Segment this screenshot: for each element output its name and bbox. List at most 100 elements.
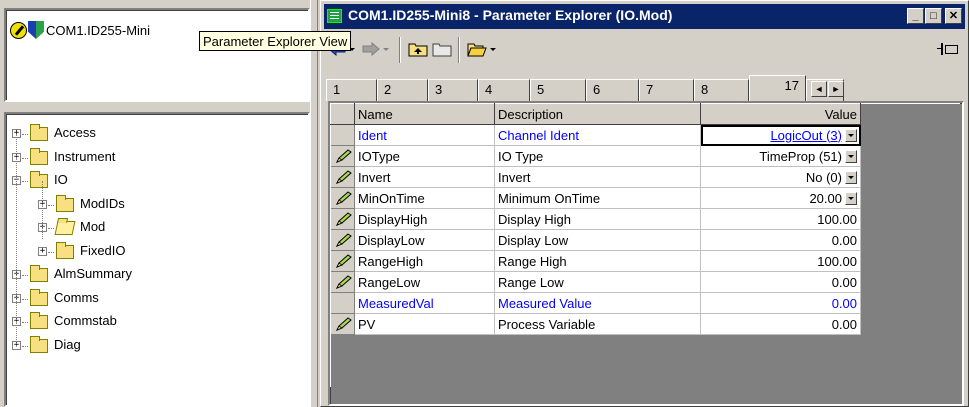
title-bar[interactable]: COM1.ID255-Mini8 - Parameter Explorer (I… bbox=[324, 4, 965, 29]
cell-value-text: 100.00 bbox=[817, 211, 857, 227]
maximize-button[interactable]: □ bbox=[925, 8, 942, 24]
tree-connector-line bbox=[22, 157, 28, 159]
tab-17[interactable]: 17 bbox=[749, 75, 806, 101]
column-header-name[interactable]: Name bbox=[354, 103, 495, 125]
tree-item-label: IO bbox=[54, 172, 68, 187]
pencil-icon bbox=[335, 212, 352, 226]
pencil-icon bbox=[335, 170, 352, 184]
table-row[interactable]: DisplayHigh Display High 100.00 bbox=[330, 208, 960, 230]
tree-item-label: Access bbox=[54, 125, 96, 140]
device-shield-icon bbox=[28, 21, 44, 39]
open-folder-icon[interactable] bbox=[467, 40, 487, 58]
cell-value-text: LogicOut (3) bbox=[770, 127, 842, 143]
folder-icon bbox=[30, 124, 48, 141]
tab-scroll-right-icon[interactable]: ► bbox=[828, 81, 844, 97]
table-row[interactable]: Ident Channel Ident LogicOut (3) bbox=[330, 124, 960, 146]
header-gutter bbox=[330, 103, 355, 125]
cell-value[interactable]: 100.00 bbox=[700, 250, 861, 272]
folder-icon bbox=[30, 312, 48, 329]
parameter-table: Name Description Value Ident Channel Iden… bbox=[330, 103, 960, 387]
cell-name: MinOnTime bbox=[354, 187, 495, 209]
tab-3[interactable]: 3 bbox=[428, 79, 478, 101]
parameter-grid: Name Description Value Ident Channel Iden… bbox=[328, 101, 964, 406]
tab-7[interactable]: 7 bbox=[639, 79, 694, 101]
cell-value[interactable]: 0.00 bbox=[700, 292, 861, 314]
close-button[interactable]: ✕ bbox=[945, 8, 962, 24]
table-row[interactable]: MinOnTime Minimum OnTime 20.00 bbox=[330, 187, 960, 209]
toolbar bbox=[324, 31, 965, 71]
open-dropdown-icon[interactable] bbox=[488, 40, 498, 58]
row-gutter bbox=[330, 271, 355, 293]
table-row[interactable]: IOType IO Type TimeProp (51) bbox=[330, 145, 960, 167]
open-folder-icon bbox=[54, 221, 76, 235]
up-folder-icon[interactable] bbox=[408, 40, 428, 58]
row-gutter bbox=[330, 250, 355, 272]
empty-grid-area bbox=[860, 145, 960, 167]
empty-grid-area bbox=[860, 292, 960, 314]
tree-connector-line bbox=[22, 298, 28, 300]
table-row[interactable]: RangeHigh Range High 100.00 bbox=[330, 250, 960, 272]
header-empty-area bbox=[860, 103, 960, 125]
folder-icon bbox=[56, 194, 74, 212]
column-header-description[interactable]: Description bbox=[494, 103, 701, 125]
cell-name: RangeLow bbox=[354, 271, 495, 293]
cell-value[interactable]: 0.00 bbox=[700, 313, 861, 335]
minimize-button[interactable]: _ bbox=[907, 8, 924, 24]
cell-value[interactable]: 100.00 bbox=[700, 208, 861, 230]
tab-2[interactable]: 2 bbox=[377, 79, 428, 101]
cell-description: Measured Value bbox=[494, 292, 701, 314]
cell-value[interactable]: No (0) bbox=[700, 166, 861, 188]
folder-icon bbox=[30, 171, 48, 188]
pencil-icon bbox=[335, 233, 352, 247]
cell-value[interactable]: 0.00 bbox=[700, 229, 861, 251]
tab-scroll-left-icon[interactable]: ◄ bbox=[811, 81, 827, 97]
tab-8[interactable]: 8 bbox=[694, 79, 749, 101]
tab-1[interactable]: 1 bbox=[326, 79, 377, 101]
dropdown-arrow-icon[interactable] bbox=[845, 149, 857, 163]
table-row[interactable]: RangeLow Range Low 0.00 bbox=[330, 271, 960, 293]
tree-guide-line bbox=[16, 134, 17, 346]
parameter-tree[interactable]: + Access + Instrument − IO + ModIDs + Mod + FixedIO… bbox=[4, 112, 310, 407]
empty-grid-area bbox=[860, 229, 960, 251]
cell-name: Invert bbox=[354, 166, 495, 188]
device-label[interactable]: COM1.ID255-Mini bbox=[46, 23, 150, 38]
dropdown-arrow-icon[interactable] bbox=[845, 170, 857, 184]
cell-value-text: 0.00 bbox=[831, 295, 857, 311]
dropdown-arrow-icon[interactable] bbox=[845, 191, 857, 205]
folder-icon[interactable] bbox=[432, 40, 452, 58]
column-header-value[interactable]: Value bbox=[700, 103, 861, 125]
forward-arrow-icon[interactable] bbox=[361, 40, 381, 58]
tree-connector-line bbox=[22, 345, 28, 347]
tab-6[interactable]: 6 bbox=[586, 79, 639, 101]
cell-value[interactable]: LogicOut (3) bbox=[700, 124, 861, 146]
folder-icon bbox=[56, 241, 74, 259]
pin-icon[interactable] bbox=[937, 43, 958, 55]
cell-value[interactable]: 0.00 bbox=[700, 271, 861, 293]
cell-description: Display High bbox=[494, 208, 701, 230]
panel-splitter[interactable] bbox=[310, 0, 318, 407]
table-row[interactable]: MeasuredVal Measured Value 0.00 bbox=[330, 292, 960, 314]
empty-grid-area bbox=[860, 271, 960, 293]
row-gutter bbox=[330, 229, 355, 251]
cell-value[interactable]: 20.00 bbox=[700, 187, 861, 209]
dropdown-arrow-icon[interactable] bbox=[845, 128, 857, 142]
table-row[interactable]: PV Process Variable 0.00 bbox=[330, 313, 960, 335]
forward-dropdown-icon[interactable] bbox=[381, 40, 391, 58]
cell-description: Minimum OnTime bbox=[494, 187, 701, 209]
cell-description: Display Low bbox=[494, 229, 701, 251]
tree-connector-line bbox=[22, 322, 28, 323]
expand-icon[interactable]: + bbox=[38, 246, 47, 256]
folder-icon bbox=[30, 147, 48, 165]
cell-description: Channel Ident bbox=[494, 124, 701, 146]
parameter-explorer-window: COM1.ID255-Mini8 - Parameter Explorer (I… bbox=[320, 0, 969, 407]
table-row[interactable]: DisplayLow Display Low 0.00 bbox=[330, 229, 960, 251]
cell-value[interactable]: TimeProp (51) bbox=[700, 145, 861, 167]
tab-5[interactable]: 5 bbox=[530, 79, 586, 101]
tab-4[interactable]: 4 bbox=[478, 79, 530, 101]
table-row[interactable]: Invert Invert No (0) bbox=[330, 166, 960, 188]
cell-name: RangeHigh bbox=[354, 250, 495, 272]
tree-item-label: Comms bbox=[54, 289, 99, 305]
pencil-icon bbox=[335, 191, 352, 205]
window-title: COM1.ID255-Mini8 - Parameter Explorer (I… bbox=[348, 7, 673, 23]
tree-connector-line bbox=[22, 134, 28, 135]
